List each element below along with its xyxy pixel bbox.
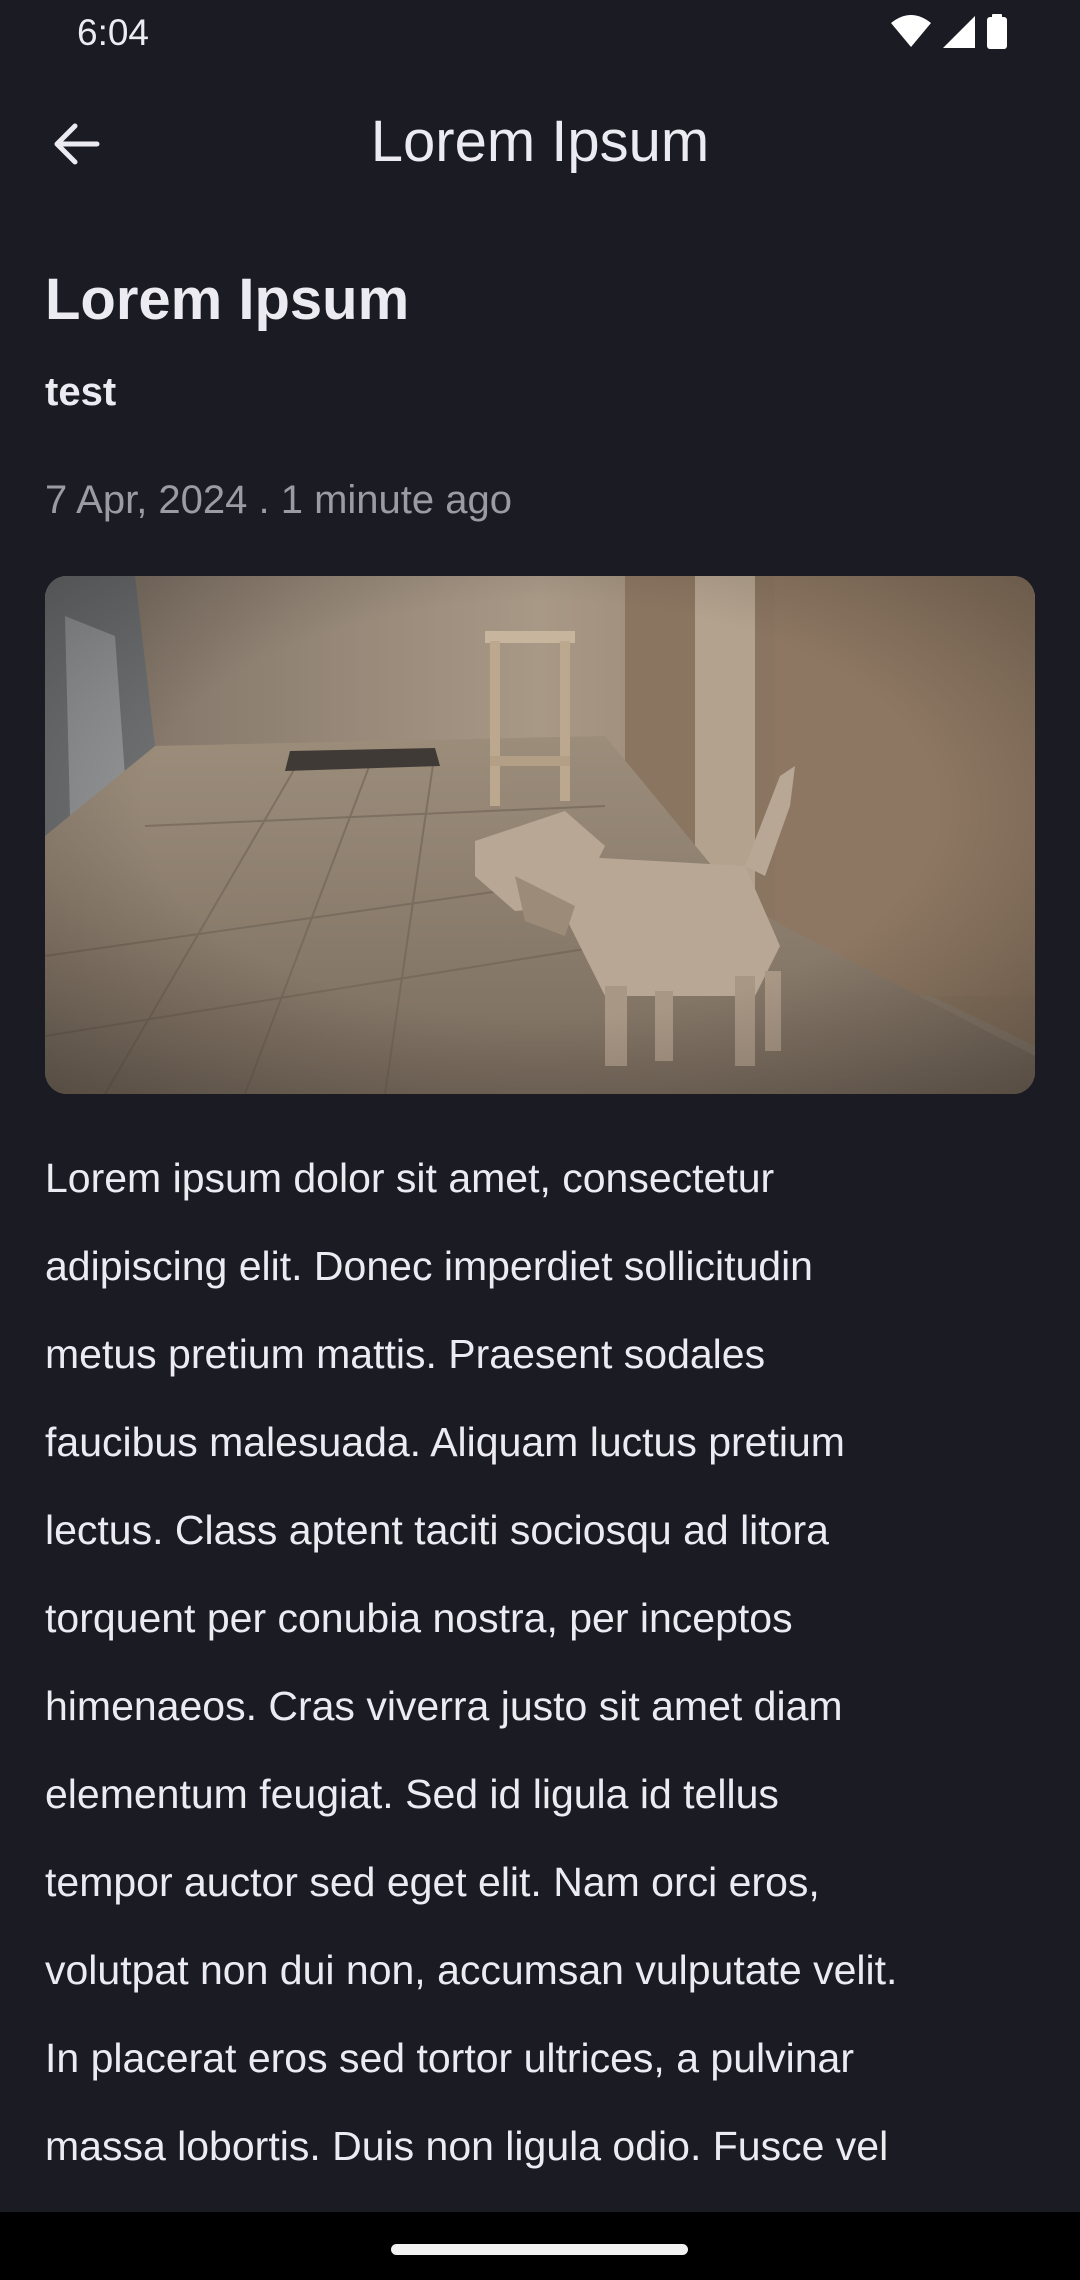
status-icons [890,13,1008,55]
body-line: adipiscing elit. Donec imperdiet sollici… [45,1243,813,1289]
home-gesture-handle[interactable] [391,2244,688,2255]
article-detail-screen: 6:04 Lorem Ipsum Lorem Ipsum test 7 Apr,… [0,0,1080,2280]
article-body: Lorem ipsum dolor sit amet, consectetur … [45,1134,1045,2190]
body-line: tempor auctor sed eget elit. Nam orci er… [45,1859,820,1905]
article-title: Lorem Ipsum [45,267,410,332]
arrow-left-icon [51,122,101,171]
body-line: Lorem ipsum dolor sit amet, consectetur [45,1155,775,1201]
wifi-icon [890,14,932,54]
battery-icon [986,13,1008,55]
body-line: volutpat non dui non, accumsan vulputate… [45,1947,898,1993]
body-line: elementum feugiat. Sed id ligula id tell… [45,1771,779,1817]
body-line: torquent per conubia nostra, per incepto… [45,1595,793,1641]
system-nav-bar [0,2212,1080,2280]
body-line: In placerat eros sed tortor ultrices, a … [45,2035,854,2081]
back-button[interactable] [36,106,116,186]
article-subtitle: test [45,370,117,414]
body-line: himenaeos. Cras viverra justo sit amet d… [45,1683,843,1729]
body-line: massa lobortis. Duis non ligula odio. Fu… [45,2123,889,2169]
body-line: faucibus malesuada. Aliquam luctus preti… [45,1419,845,1465]
status-bar: 6:04 [0,0,1080,72]
signal-icon [942,15,976,54]
app-bar: Lorem Ipsum [0,72,1080,212]
app-bar-title: Lorem Ipsum [370,109,710,174]
article-meta: 7 Apr, 2024 . 1 minute ago [45,478,513,522]
status-time: 6:04 [77,12,150,53]
article-content: Lorem Ipsum test 7 Apr, 2024 . 1 minute … [45,262,1035,2190]
body-line: lectus. Class aptent taciti sociosqu ad … [45,1507,829,1553]
article-image [45,576,1035,1094]
body-line: metus pretium mattis. Praesent sodales [45,1331,766,1377]
